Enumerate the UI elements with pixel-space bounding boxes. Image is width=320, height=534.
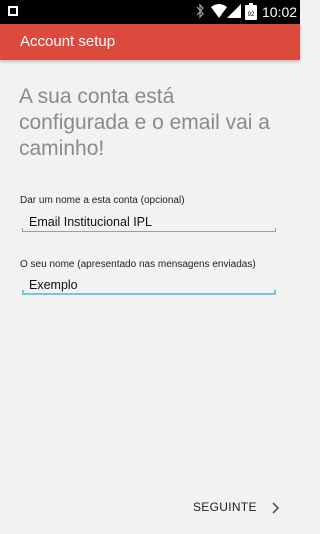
your-name-label: O seu nome (apresentado nas mensagens en… <box>20 259 256 270</box>
chevron-right-icon <box>272 502 280 514</box>
account-name-label: Dar um nome a esta conta (opcional) <box>20 195 185 206</box>
app-bar-title: Account setup <box>20 33 116 50</box>
signal-icon <box>227 4 241 18</box>
clock: 10:02 <box>262 4 298 20</box>
next-button-label: SEGUINTE <box>193 500 257 514</box>
your-name-underline-focused <box>22 290 276 295</box>
battery-icon: 92 <box>245 3 257 20</box>
account-name-input[interactable] <box>22 211 276 233</box>
square-icon <box>8 6 18 16</box>
status-bar: 92 10:02 <box>0 0 300 24</box>
next-button[interactable]: SEGUINTE <box>184 494 288 522</box>
account-setup-screen: 92 10:02 Account setup A sua conta está … <box>0 0 300 534</box>
setup-complete-headline: A sua conta está configurada e o email v… <box>19 85 270 160</box>
app-bar: Account setup <box>0 24 300 60</box>
svg-text:92: 92 <box>248 12 255 18</box>
wifi-icon <box>211 4 227 18</box>
bluetooth-icon <box>196 3 204 19</box>
account-name-underline <box>22 228 276 232</box>
